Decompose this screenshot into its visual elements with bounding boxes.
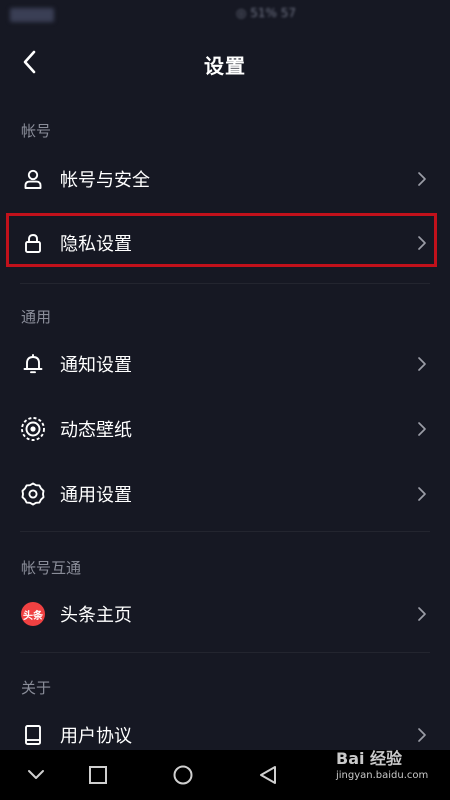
triangle-back-icon <box>260 766 276 784</box>
baidu-jingyan-watermark: Bai 经验 jingyan.baidu.com <box>336 748 444 794</box>
settings-item-label: 用户协议 <box>60 726 132 747</box>
highlight-box <box>6 213 437 267</box>
settings-item-label: 动态壁纸 <box>60 420 132 441</box>
nav-hide-button[interactable] <box>23 762 49 788</box>
section-divider <box>20 283 430 284</box>
settings-item-label: 帐号与安全 <box>60 170 150 191</box>
chevron-right-icon <box>415 354 429 374</box>
toutiao-badge: 头条 <box>21 602 45 626</box>
settings-item-account-security[interactable]: 帐号与安全 <box>0 148 450 210</box>
chevron-right-icon <box>415 169 429 189</box>
settings-item-general-settings[interactable]: 通用设置 <box>0 463 450 525</box>
settings-item-label: 通知设置 <box>60 355 132 376</box>
status-bar: ◎ 51% 57 <box>0 0 450 30</box>
watermark-url: jingyan.baidu.com <box>336 770 429 781</box>
chevron-right-icon <box>415 604 429 624</box>
settings-item-label: 通用设置 <box>60 485 132 506</box>
settings-item-label: 头条主页 <box>60 605 132 626</box>
settings-item-notifications[interactable]: 通知设置 <box>0 333 450 395</box>
nav-recents-button[interactable] <box>85 762 111 788</box>
chevron-right-icon <box>415 484 429 504</box>
bell-icon <box>20 351 46 377</box>
settings-item-toutiao-homepage[interactable]: 头条 头条主页 <box>0 583 450 645</box>
square-icon <box>89 766 107 784</box>
watermark-brand: Bai 经验 <box>336 749 403 768</box>
wallpaper-icon <box>20 416 46 442</box>
toutiao-icon: 头条 <box>20 601 46 627</box>
status-right-text: ◎ 51% 57 <box>236 6 297 20</box>
chevron-down-icon <box>28 770 44 779</box>
header: 设置 <box>0 30 450 96</box>
section-divider <box>20 652 430 653</box>
page-title: 设置 <box>204 54 246 78</box>
status-left-blurred <box>10 8 54 22</box>
section-label-about: 关于 <box>21 679 52 697</box>
section-label-linked-accounts: 帐号互通 <box>21 559 82 577</box>
chevron-right-icon <box>415 725 429 745</box>
section-label-account: 帐号 <box>21 122 52 140</box>
nav-back-button[interactable] <box>255 762 281 788</box>
nav-home-button[interactable] <box>170 762 196 788</box>
section-divider <box>20 531 430 532</box>
gear-icon <box>20 481 46 507</box>
book-icon <box>20 722 46 748</box>
section-label-general: 通用 <box>21 308 52 326</box>
circle-icon <box>173 765 193 785</box>
chevron-right-icon <box>415 419 429 439</box>
user-icon <box>20 166 46 192</box>
settings-item-live-wallpaper[interactable]: 动态壁纸 <box>0 398 450 460</box>
